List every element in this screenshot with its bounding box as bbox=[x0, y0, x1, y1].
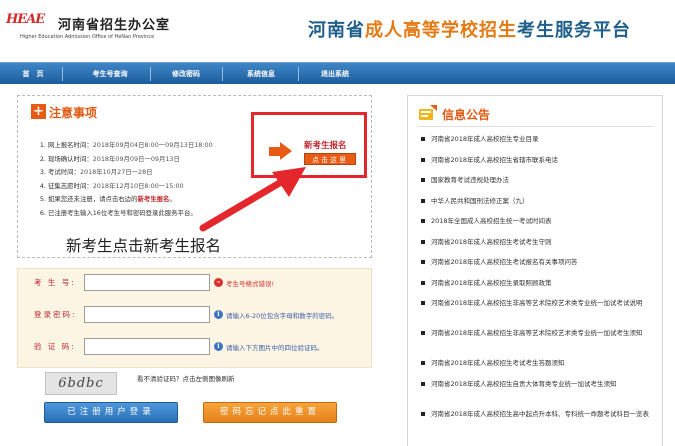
announcements-title: 信息公告 bbox=[442, 108, 491, 122]
logo-mark: HEAE bbox=[6, 12, 45, 27]
info-icon: i bbox=[214, 310, 223, 319]
site-title-highlight: 成人高等学校招生 bbox=[365, 20, 517, 41]
site-header: HEAE 河南省招生办公室 Higher Education Admission… bbox=[0, 0, 675, 57]
nav-home[interactable]: 首 页 bbox=[10, 63, 56, 85]
site-title: 河南省成人高等学校招生考生服务平台 bbox=[308, 16, 631, 42]
notice-item: 如果您还未注册，请点击右边的新考生报名。 bbox=[48, 193, 288, 207]
nav-logout[interactable]: 退出系统 bbox=[306, 63, 364, 85]
candidate-number-row: 考 生 号: – 考生号格式错误! bbox=[18, 274, 373, 292]
org-name: 河南省招生办公室 bbox=[58, 18, 171, 33]
nav-divider bbox=[222, 67, 223, 81]
announcement-item[interactable]: 河南省2018年成人高校招生高中起点升本科、专科统一命题考试科目一览表 bbox=[421, 408, 657, 438]
registered-user-login-button[interactable]: 已注册用户登录 bbox=[44, 402, 178, 423]
info-icon: i bbox=[214, 342, 223, 351]
new-candidate-signup-title[interactable]: 新考生报名 bbox=[304, 139, 347, 151]
captcha-hint: 请输入下方图片中的四位验证码。 bbox=[226, 344, 324, 352]
password-label: 登录密码: bbox=[34, 310, 77, 319]
nav-change-password[interactable]: 修改密码 bbox=[158, 63, 214, 85]
captcha-row: 验 证 码: i 请输入下方图片中的四位验证码。 bbox=[18, 338, 373, 356]
signup-annotation: 新考生点击新考生报名 bbox=[66, 237, 222, 255]
notice-item: 征集志愿时间：2018年12月10日8:00一15:00 bbox=[48, 180, 288, 194]
plus-icon: + bbox=[31, 104, 46, 119]
nav-divider bbox=[298, 67, 299, 81]
captcha-label: 验 证 码: bbox=[34, 342, 76, 351]
announcement-list: 河南省2018年成人高校招生专业目录 河南省2018年成人高校招生省辖市联系电话国… bbox=[421, 133, 657, 438]
main-nav: 首 页 考生号查询 修改密码 系统信息 退出系统 bbox=[0, 62, 675, 84]
login-form: 考 生 号: – 考生号格式错误! 登录密码: i 请输入6-20位包含字母和数… bbox=[17, 268, 372, 368]
announcement-item[interactable]: 河南省2018年成人高校招生非高等艺术院校艺术类专业统一加试考试说明 bbox=[421, 297, 657, 327]
notice-title: 注意事项 bbox=[49, 106, 98, 120]
new-candidate-link[interactable]: 新考生报名 bbox=[137, 195, 169, 203]
announcement-item[interactable]: 河南省2018年成人高校招生考试考生答题须知 bbox=[421, 357, 657, 378]
announcement-item[interactable]: 河南省2018年成人高校招生录取照顾政策 bbox=[421, 277, 657, 298]
announcement-item[interactable]: 河南省2018年成人高校招生自贡大体育类专业统一加试考生须知 bbox=[421, 378, 657, 408]
captcha-input[interactable] bbox=[84, 338, 210, 355]
nav-divider bbox=[150, 67, 151, 81]
password-hint: 请输入6-20位包含字母和数字的密码。 bbox=[226, 312, 339, 320]
captcha-refresh-note: 看不清验证码？点击左侧图像刷新 bbox=[137, 375, 235, 383]
announcements-panel: 信息公告 河南省2018年成人高校招生专业目录 河南省2018年成人高校招生省辖市… bbox=[407, 95, 663, 446]
announcement-icon bbox=[419, 105, 437, 120]
arrow-right-icon-head bbox=[280, 142, 292, 160]
announcement-item[interactable]: 河南省2018年成人高校招生考试考生守则 bbox=[421, 236, 657, 257]
signup-click-here-button[interactable]: 点击这里 bbox=[304, 153, 356, 165]
nav-candidate-number-lookup[interactable]: 考生号查询 bbox=[78, 63, 142, 85]
candidate-number-hint: 考生号格式错误! bbox=[226, 280, 275, 288]
candidate-number-input[interactable] bbox=[84, 274, 210, 291]
captcha-image[interactable]: 6bdbc bbox=[45, 372, 117, 395]
announcement-item[interactable]: 2018年全国成人高校招生统一考试时间表 bbox=[421, 215, 657, 236]
org-english-name: Higher Education Admission Office of HeN… bbox=[20, 34, 155, 40]
password-input[interactable] bbox=[84, 306, 210, 323]
notice-item: 已注册考生输入16位考生号和密码登录此服务平台。 bbox=[48, 207, 288, 221]
nav-divider bbox=[62, 67, 63, 81]
announcement-item[interactable]: 中华人民共和国刑法修正案（九） bbox=[421, 195, 657, 216]
announcement-item[interactable]: 河南省2018年成人高校招生考试报名有关事项问答 bbox=[421, 256, 657, 277]
site-title-suffix: 考生服务平台 bbox=[517, 20, 631, 41]
candidate-number-label: 考 生 号: bbox=[34, 278, 76, 287]
announcement-item[interactable]: 河南省2018年成人高校招生非高等艺术院校艺术类专业统一加试考生须知 bbox=[421, 327, 657, 357]
password-row: 登录密码: i 请输入6-20位包含字母和数字的密码。 bbox=[18, 306, 373, 324]
signup-callout: 新考生报名 点击这里 bbox=[251, 112, 367, 178]
reset-password-button[interactable]: 密码忘记点此重置 bbox=[203, 402, 337, 423]
site-title-prefix: 河南省 bbox=[308, 20, 365, 41]
announcement-item[interactable]: 国家教育考试违规处理办法 bbox=[421, 174, 657, 195]
announcement-item[interactable]: 河南省2018年成人高校招生专业目录 bbox=[421, 133, 657, 154]
nav-system-info[interactable]: 系统信息 bbox=[232, 63, 290, 85]
divider bbox=[418, 126, 654, 127]
announcement-item[interactable]: 河南省2018年成人高校招生省辖市联系电话 bbox=[421, 154, 657, 175]
error-icon: – bbox=[214, 278, 223, 287]
